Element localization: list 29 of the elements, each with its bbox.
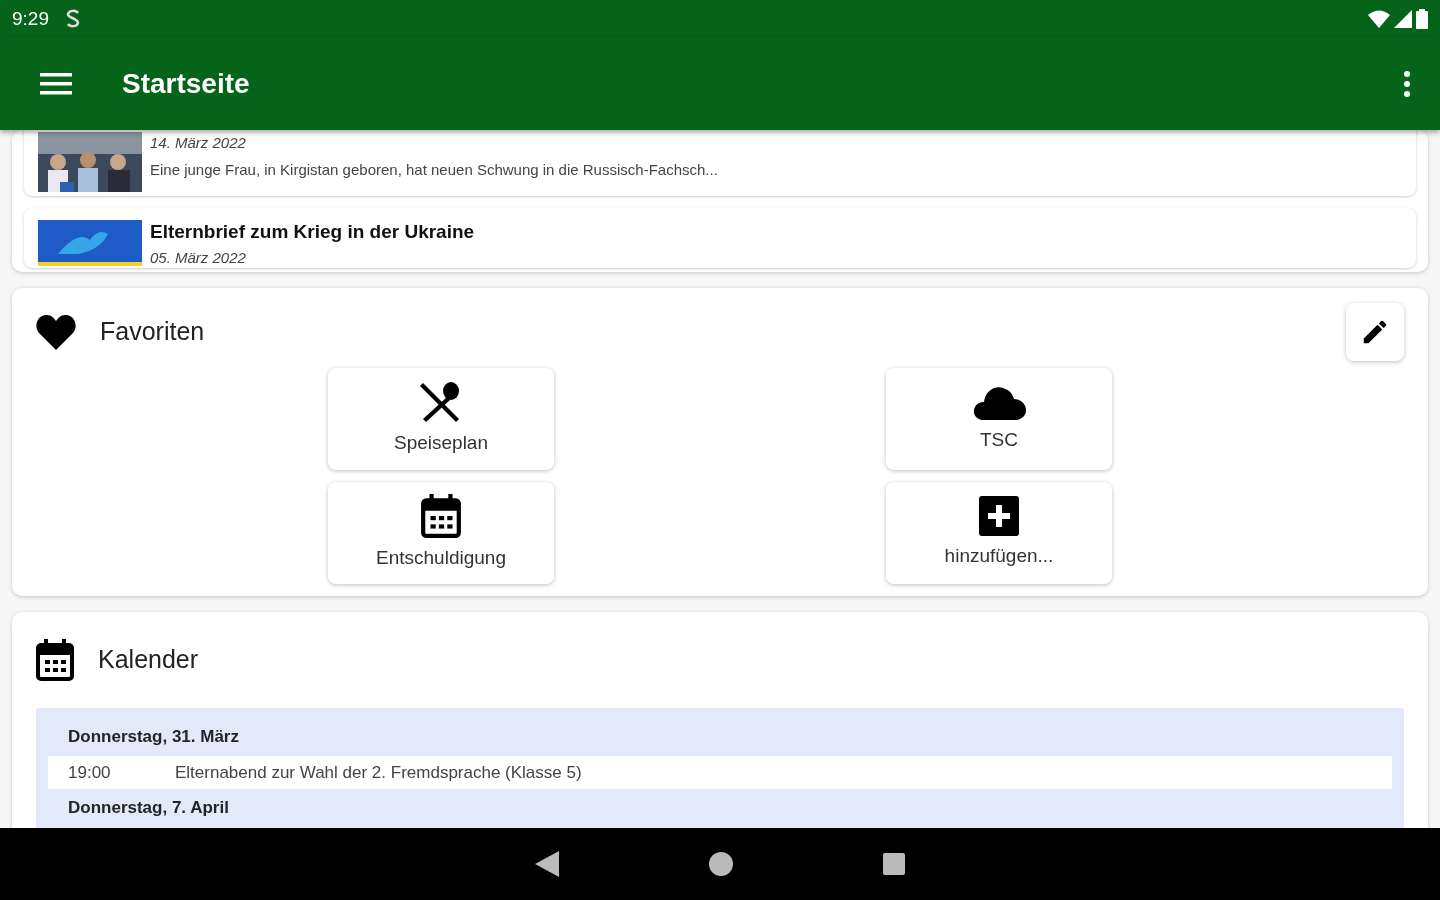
day-heading: Donnerstag, 31. März xyxy=(67,726,240,748)
menu-icon[interactable] xyxy=(40,73,72,95)
news-snippet: Eine junge Frau, in Kirgistan geboren, hat neuen Schwung in die Russisch-Fachsch... xyxy=(150,159,718,180)
back-icon[interactable] xyxy=(535,851,559,877)
signal-icon xyxy=(1394,10,1412,28)
calendar-icon xyxy=(421,493,461,538)
event-time: 19:00 xyxy=(68,761,112,784)
heart-icon xyxy=(36,314,76,350)
edit-button[interactable] xyxy=(1346,303,1404,361)
calendar-icon xyxy=(36,639,74,681)
favorite-button[interactable]: Speiseplan xyxy=(328,368,554,470)
favorite-button[interactable]: Entschuldigung xyxy=(328,482,554,584)
news-date: 14. März 2022 xyxy=(150,133,247,153)
home-icon[interactable] xyxy=(709,852,733,876)
more-options-icon[interactable] xyxy=(1404,71,1410,97)
favorite-button[interactable]: TSC xyxy=(886,368,1112,470)
favorite-button[interactable]: hinzufügen... xyxy=(886,482,1112,584)
wifi-icon xyxy=(1368,10,1390,28)
day-heading: Donnerstag, 7. April xyxy=(67,797,230,819)
add-icon xyxy=(979,495,1019,536)
section-title: Favoriten xyxy=(100,316,205,348)
news-title: Elternbrief zum Krieg in der Ukraine xyxy=(150,220,475,244)
news-date: 05. März 2022 xyxy=(150,247,247,268)
sync-icon xyxy=(65,9,81,29)
battery-icon xyxy=(1416,9,1428,29)
section-title: Kalender xyxy=(98,644,199,676)
app-title: Startseite xyxy=(122,67,250,101)
event-title: Elternabend zur Wahl der 2. Fremdsprache (Klasse 5) xyxy=(175,761,582,784)
status-time: 9:29 xyxy=(12,6,49,31)
